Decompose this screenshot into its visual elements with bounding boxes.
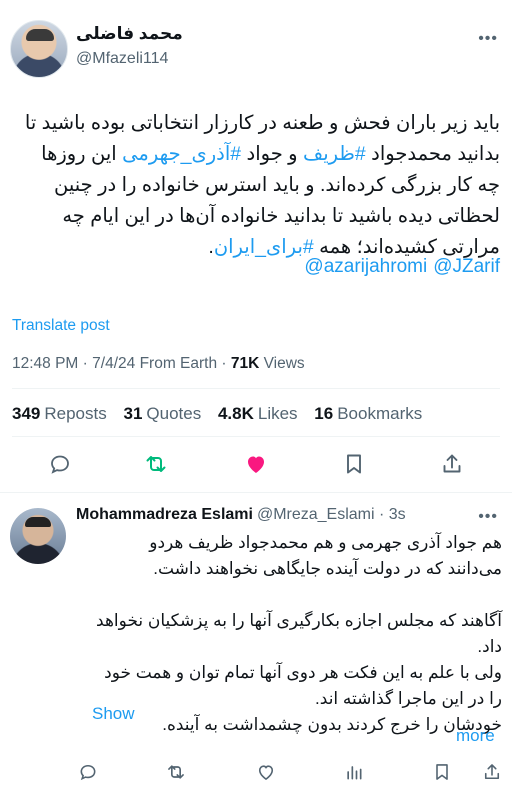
author-avatar[interactable] [10, 20, 68, 78]
stat-bookmarks[interactable]: 16 Bookmarks [314, 404, 422, 423]
text-segment: لحظاتی دیده باشید تا بدانید خانواده آن‌ه… [62, 205, 500, 227]
reply-header: Mohammadreza Eslami @Mreza_Eslami · 3s [76, 506, 406, 523]
post-time[interactable]: 12:48 PM [12, 355, 78, 372]
text-segment: باید زیر باران فحش و طعنه در کارزار انتخ… [24, 112, 500, 134]
share-icon[interactable] [440, 452, 464, 476]
text-segment: و جواد [241, 143, 304, 165]
views-label: Views [263, 355, 305, 372]
engagement-stats: 349 Reposts 31 Quotes 4.8K Likes 16 Bookmark… [12, 404, 434, 424]
more-options-icon[interactable]: ••• [478, 30, 498, 48]
text-segment: بدانید محمدجواد [365, 143, 500, 165]
stat-likes[interactable]: 4.8K Likes [218, 404, 298, 423]
post-actions [48, 452, 468, 482]
stat-label: Likes [257, 404, 298, 423]
text-line: باید زیر باران فحش و طعنه در کارزار انتخ… [12, 108, 500, 139]
mentions: @azarijahromi @JZarif [298, 256, 500, 278]
stat-count: 349 [12, 404, 41, 423]
views-count: 71K [230, 355, 260, 372]
divider [0, 492, 512, 493]
stat-label: Reposts [44, 404, 107, 423]
bookmark-icon[interactable] [342, 452, 366, 476]
reply-line [74, 582, 502, 608]
stat-count: 16 [314, 404, 334, 423]
repost-icon[interactable] [166, 762, 186, 782]
reply-actions [76, 762, 502, 786]
share-icon[interactable] [482, 762, 502, 782]
author-info: محمد فاضلی @Mfazeli114 [76, 24, 183, 68]
like-icon[interactable] [256, 762, 276, 782]
reply-line: آگاهند که مجلس اجازه بکارگیری آنها را به… [96, 611, 502, 630]
mention-link[interactable]: @azarijahromi [304, 256, 427, 277]
stat-label: Bookmarks [337, 404, 423, 423]
hashtag-link[interactable]: #برای_ایران [214, 236, 314, 258]
translate-post-link[interactable]: Translate post [12, 317, 110, 335]
reply-line: داد. [477, 637, 502, 656]
post-meta: 12:48 PM · 7/4/24 From Earth · 71K Views [12, 355, 305, 372]
reply-more-options-icon[interactable]: ••• [478, 508, 498, 526]
reply-author-avatar[interactable] [10, 508, 66, 564]
text-line: لحظاتی دیده باشید تا بدانید خانواده آن‌ه… [12, 201, 500, 232]
stat-count: 4.8K [217, 404, 254, 423]
post-text: باید زیر باران فحش و طعنه در کارزار انتخ… [12, 108, 500, 263]
text-line: بدانید محمدجواد #ظریف و جواد #آذری_جهرمی… [12, 139, 500, 170]
views-icon[interactable] [344, 762, 364, 782]
author-name[interactable]: محمد فاضلی [76, 24, 183, 44]
reply-line: می‌دانند که در دولت آینده جایگاهی نخواهن… [153, 559, 502, 578]
hashtag-link[interactable]: #ظریف [303, 143, 366, 165]
text-line: چه کار بزرگی کرده‌اند. و باید استرس خانو… [12, 170, 500, 201]
post-header: محمد فاضلی @Mfazeli114 ••• [10, 20, 502, 80]
like-icon[interactable] [244, 452, 268, 476]
reply-post[interactable]: Mohammadreza Eslami @Mreza_Eslami · 3s ••… [0, 496, 512, 800]
reply-text: هم جواد آذری جهرمی و هم محمدجواد ظریف هر… [74, 530, 502, 738]
divider [12, 436, 500, 437]
reply-icon[interactable] [78, 762, 98, 782]
author-handle[interactable]: @Mfazeli114 [76, 50, 183, 68]
text-segment: این روزها [41, 143, 123, 165]
repost-icon[interactable] [144, 452, 168, 476]
reply-author-name[interactable]: Mohammadreza Eslami [76, 506, 253, 523]
show-more-link[interactable]: Show [92, 704, 135, 724]
stat-quotes[interactable]: 31 Quotes [123, 404, 201, 423]
text-segment: مرارتی کشیده‌اند؛ همه [313, 236, 500, 258]
bookmark-icon[interactable] [432, 762, 452, 782]
reply-line: را در این ماجرا گذاشته اند. [315, 689, 502, 708]
post-source: From Earth [139, 355, 218, 372]
reply-author-handle[interactable]: @Mreza_Eslami [257, 506, 375, 523]
reply-line: هم جواد آذری جهرمی و هم محمدجواد ظریف هر… [149, 533, 502, 552]
text-segment: چه کار بزرگی کرده‌اند. و باید استرس خانو… [54, 174, 500, 196]
divider [12, 388, 500, 389]
show-more-link-continued[interactable]: more [456, 726, 495, 746]
post-date[interactable]: 7/4/24 [92, 355, 135, 372]
reply-line: ولی با علم به این فکت هر دوی آنها تمام ت… [104, 663, 502, 682]
stat-count: 31 [123, 404, 143, 423]
stat-label: Quotes [146, 404, 202, 423]
reply-icon[interactable] [48, 452, 72, 476]
mention-link[interactable]: @JZarif [433, 256, 500, 277]
reply-line: خودشان را خرج کردند بدون چشمداشت به آیند… [162, 715, 502, 734]
stat-reposts[interactable]: 349 Reposts [12, 404, 107, 423]
hashtag-link[interactable]: #آذری_جهرمی [122, 143, 241, 165]
reply-age[interactable]: 3s [389, 506, 406, 523]
